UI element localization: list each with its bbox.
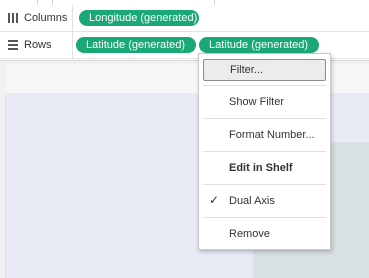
latitude-pill-selected[interactable]: Latitude (generated) [199,37,319,53]
columns-drop-area[interactable]: Longitude (generated) [74,5,369,31]
checkmark-icon: ✓ [209,193,220,207]
menu-separator [203,118,326,119]
menu-item-show-filter[interactable]: Show Filter [199,91,330,113]
menu-item-edit-in-shelf[interactable]: Edit in Shelf [199,157,330,179]
longitude-pill[interactable]: Longitude (generated) [79,10,199,26]
pill-context-menu: Filter... Show Filter Format Number... E… [198,53,331,250]
menu-item-remove[interactable]: Remove [199,223,330,245]
menu-separator [203,85,326,86]
columns-icon [8,13,20,23]
rows-shelf-label: Rows [0,32,73,58]
menu-separator [203,184,326,185]
rows-icon [8,40,20,50]
menu-item-dual-axis[interactable]: ✓ Dual Axis [199,190,330,212]
latitude-pill[interactable]: Latitude (generated) [76,37,196,53]
menu-item-filter[interactable]: Filter... [203,59,326,81]
columns-shelf: Columns Longitude (generated) [0,5,369,32]
columns-shelf-label: Columns [0,5,73,31]
menu-separator [203,217,326,218]
menu-item-format-number[interactable]: Format Number... [199,124,330,146]
menu-separator [203,151,326,152]
